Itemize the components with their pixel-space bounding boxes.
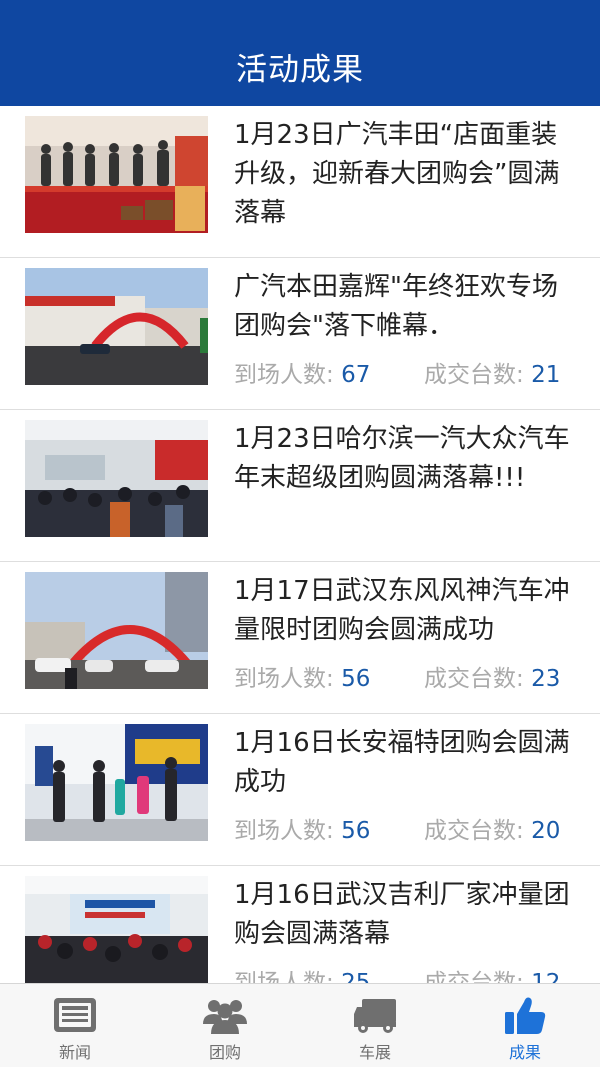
event-photo — [25, 724, 208, 841]
tab-label: 新闻 — [58, 1043, 91, 1062]
item-stats: 到场人数: 56 成交台数: 23 — [234, 664, 579, 694]
item-title: 1月16日武汉吉利厂家冲量团购会圆满落幕 — [234, 880, 570, 949]
tab-car-show[interactable]: 车展 — [300, 984, 450, 1067]
item-title: 广汽本田嘉辉"年终狂欢专场团购会"落下帷幕． — [234, 272, 558, 341]
item-stats: 到场人数: 56 成交台数: 20 — [234, 816, 579, 846]
truck-icon — [354, 999, 396, 1033]
item-title: 1月17日武汉东风风神汽车冲量限时团购会圆满成功 — [234, 576, 570, 645]
tab-label: 团购 — [208, 1043, 241, 1062]
visitor-count: 到场人数: 56 — [234, 666, 371, 692]
event-photo — [25, 268, 208, 385]
event-photo — [25, 572, 208, 689]
tab-news[interactable]: 新闻 — [0, 984, 150, 1067]
deal-count: 成交台数: 12 — [424, 970, 561, 983]
list-item[interactable]: 1月23日哈尔滨一汽大众汽车年末超级团购圆满落幕!!! — [0, 410, 600, 562]
tab-results[interactable]: 成果 — [450, 984, 600, 1067]
list-item[interactable]: 1月23日广汽丰田“店面重装升级，迎新春大团购会”圆满落幕 — [0, 106, 600, 258]
bottom-tab-bar: 新闻 团购 车展 成果 — [0, 983, 600, 1067]
tab-label: 车展 — [358, 1043, 391, 1062]
tab-label: 成果 — [508, 1043, 541, 1062]
event-photo — [25, 420, 208, 537]
list-item[interactable]: 广汽本田嘉辉"年终狂欢专场团购会"落下帷幕． 到场人数: 67 成交台数: 21 — [0, 258, 600, 410]
list-item[interactable]: 1月16日武汉吉利厂家冲量团购会圆满落幕 到场人数: 25 成交台数: 12 — [0, 866, 600, 983]
results-list[interactable]: 1月23日广汽丰田“店面重装升级，迎新春大团购会”圆满落幕 广汽本田嘉辉"年终狂… — [0, 106, 600, 983]
app-header: 活动成果 — [0, 0, 600, 106]
event-photo — [25, 876, 208, 983]
visitor-count: 到场人数: 56 — [234, 818, 371, 844]
event-photo — [25, 116, 208, 233]
deal-count: 成交台数: 21 — [424, 362, 561, 388]
thumbs-up-icon — [505, 997, 546, 1034]
list-item[interactable]: 1月17日武汉东风风神汽车冲量限时团购会圆满成功 到场人数: 56 成交台数: … — [0, 562, 600, 714]
item-title: 1月23日哈尔滨一汽大众汽车年末超级团购圆满落幕!!! — [234, 424, 570, 493]
visitor-count: 到场人数: 67 — [234, 362, 371, 388]
visitor-count: 到场人数: 25 — [234, 970, 371, 983]
tab-group-buy[interactable]: 团购 — [150, 984, 300, 1067]
deal-count: 成交台数: 20 — [424, 818, 561, 844]
page-title: 活动成果 — [236, 52, 364, 88]
list-item[interactable]: 1月16日长安福特团购会圆满成功 到场人数: 56 成交台数: 20 — [0, 714, 600, 866]
news-icon — [54, 998, 96, 1032]
item-stats: 到场人数: 25 成交台数: 12 — [234, 968, 579, 983]
item-title: 1月23日广汽丰田“店面重装升级，迎新春大团购会”圆满落幕 — [234, 120, 560, 228]
item-stats: 到场人数: 67 成交台数: 21 — [234, 360, 579, 390]
deal-count: 成交台数: 23 — [424, 666, 561, 692]
item-title: 1月16日长安福特团购会圆满成功 — [234, 728, 570, 797]
group-icon — [203, 1000, 247, 1034]
